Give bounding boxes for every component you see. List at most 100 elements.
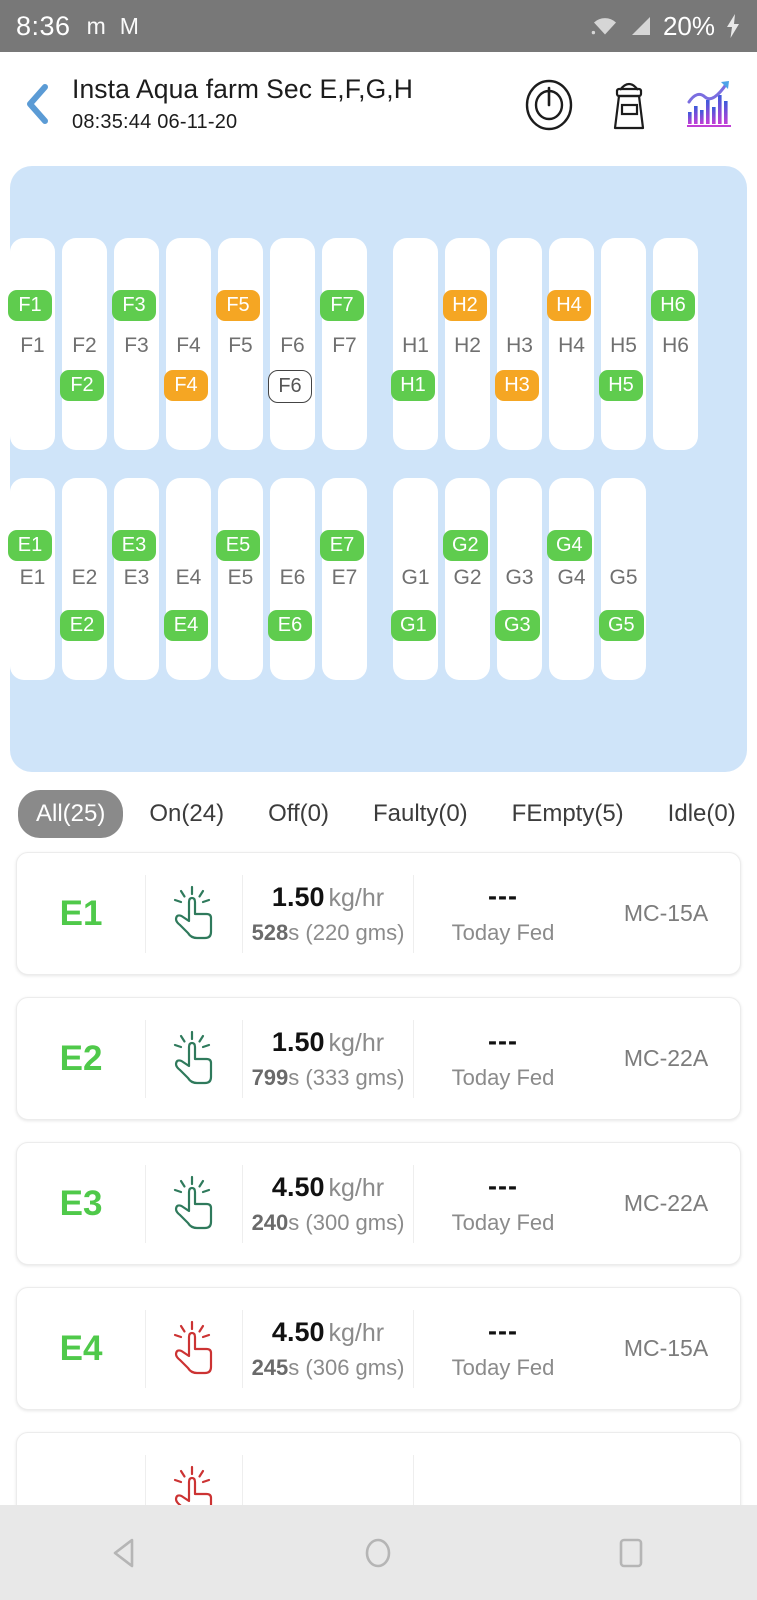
tank-status-badge-f5[interactable]: F5	[216, 290, 260, 321]
tank-status-badge-e4[interactable]: E4	[164, 610, 208, 641]
tank-label: H2	[454, 334, 481, 357]
tank-e1[interactable]: E1 E1	[8, 478, 55, 680]
feeder-duration-suffix: s (220 gms)	[288, 919, 405, 945]
filter-tab-fempty[interactable]: FEmpty(5)	[494, 790, 642, 838]
filter-tab-idle[interactable]: Idle(0)	[650, 790, 754, 838]
tank-status-badge-f4[interactable]: F4	[164, 370, 208, 401]
tank-g4[interactable]: G4 G4	[547, 478, 594, 680]
tank-e7[interactable]: E7 E7	[320, 478, 367, 680]
signal-icon	[631, 17, 650, 35]
status-bar-clock: 8:36	[16, 10, 71, 41]
tank-group-F: F1 F1 F2 F2 F3 F3 F4 F4 F5 F5 F6 F6 F7 F7	[8, 238, 367, 450]
filter-tab-bar: All(25) On(24) Off(0) Faulty(0) FEmpty(5) Idl…	[0, 772, 757, 852]
filter-tab-all[interactable]: All(25)	[18, 790, 124, 838]
tank-e5[interactable]: E5 E5	[216, 478, 263, 680]
filter-tab-off[interactable]: Off(0)	[250, 790, 347, 838]
tank-status-badge-f3[interactable]: F3	[112, 290, 156, 321]
tank-f3[interactable]: F3 F3	[112, 238, 159, 450]
tank-h2[interactable]: H2 H2	[443, 238, 490, 450]
tank-status-badge-g5[interactable]: G5	[599, 610, 644, 641]
tank-g2[interactable]: G2 G2	[443, 478, 490, 680]
tank-f4[interactable]: F4 F4	[164, 238, 211, 450]
tank-label: E1	[19, 566, 46, 589]
tank-status-badge-g2[interactable]: G2	[443, 530, 488, 561]
table-row[interactable]: E2 1.50 kg/hr 799s (333 gms) --- Today Fe…	[16, 997, 741, 1120]
tap-hand-icon	[173, 1175, 213, 1229]
tank-status-badge-e3[interactable]: E3	[112, 530, 156, 561]
tank-status-badge-e5[interactable]: E5	[216, 530, 260, 561]
tank-g3[interactable]: G3 G3	[495, 478, 542, 680]
filter-tab-on[interactable]: On(24)	[131, 790, 242, 838]
feeder-duration-seconds: 245	[251, 1354, 289, 1380]
wifi-icon	[591, 18, 616, 35]
filter-tab-faulty[interactable]: Faulty(0)	[355, 790, 486, 838]
tank-status-badge-h3[interactable]: H3	[495, 370, 539, 401]
back-button[interactable]	[14, 74, 60, 134]
tank-g1[interactable]: G1 G1	[391, 478, 438, 680]
feeder-today-fed-value: ---	[488, 1171, 518, 1201]
tank-status-badge-f6[interactable]: F6	[268, 370, 312, 403]
tank-label: E3	[123, 566, 150, 589]
feeder-controller-id: MC-15A	[623, 900, 709, 926]
feeder-rate-value: 1.50	[271, 881, 325, 912]
tank-status-badge-g4[interactable]: G4	[547, 530, 592, 561]
tank-status-badge-h1[interactable]: H1	[391, 370, 435, 401]
feeder-rate-unit: kg/hr	[328, 1318, 385, 1347]
home-circle-icon[interactable]	[358, 1533, 398, 1573]
table-row[interactable]: E4 4.50 kg/hr 245s (306 gms) --- Today Fe…	[16, 1287, 741, 1410]
tank-e6[interactable]: E6 E6	[268, 478, 315, 680]
feeder-rate-value: 4.50	[271, 1316, 325, 1347]
table-row[interactable]: E1 1.50 kg/hr 528s (220 gms) --- Today Fe…	[16, 852, 741, 975]
tank-h3[interactable]: H3 H3	[495, 238, 542, 450]
feeder-status-cell[interactable]	[145, 874, 243, 953]
android-navigation-bar	[0, 1505, 757, 1600]
tank-h4[interactable]: H4 H4	[547, 238, 594, 450]
back-triangle-icon[interactable]	[106, 1533, 146, 1573]
tank-f2[interactable]: F2 F2	[60, 238, 107, 450]
table-row[interactable]: E3 4.50 kg/hr 240s (300 gms) --- Today Fe…	[16, 1142, 741, 1265]
feeder-today-fed-label: Today Fed	[451, 1210, 555, 1235]
tap-hand-icon	[173, 1030, 213, 1084]
tank-status-badge-h6[interactable]: H6	[651, 290, 695, 321]
tank-f1[interactable]: F1 F1	[8, 238, 55, 450]
tank-status-badge-e2[interactable]: E2	[60, 610, 104, 641]
tank-h6[interactable]: H6 H6	[651, 238, 698, 450]
status-bar-notification-icons: m M	[87, 14, 139, 38]
tank-status-badge-e6[interactable]: E6	[268, 610, 312, 641]
tank-e3[interactable]: E3 E3	[112, 478, 159, 680]
feed-bag-icon[interactable]	[603, 76, 655, 132]
feeder-duration-line: 799s (333 gms)	[247, 1065, 409, 1091]
tank-status-badge-h2[interactable]: H2	[443, 290, 487, 321]
tank-status-badge-h4[interactable]: H4	[547, 290, 591, 321]
tank-status-badge-f2[interactable]: F2	[60, 370, 104, 401]
power-icon[interactable]	[523, 76, 575, 132]
feeder-duration-seconds: 799	[251, 1064, 289, 1090]
tank-status-badge-g1[interactable]: G1	[391, 610, 436, 641]
feeder-status-cell[interactable]	[145, 1309, 243, 1388]
tank-label: H1	[402, 334, 429, 357]
feeder-controller-id: MC-22A	[623, 1190, 709, 1216]
tank-f7[interactable]: F7 F7	[320, 238, 367, 450]
feeder-status-cell[interactable]	[145, 1019, 243, 1098]
feeder-controller-id: MC-22A	[623, 1045, 709, 1071]
recents-square-icon[interactable]	[611, 1533, 651, 1573]
feeder-id: E4	[59, 1328, 103, 1368]
tank-f6[interactable]: F6 F6	[268, 238, 315, 450]
tank-status-badge-f1[interactable]: F1	[8, 290, 52, 321]
analytics-chart-icon[interactable]	[683, 76, 735, 132]
page-title: Insta Aqua farm Sec E,F,G,H	[72, 74, 523, 105]
tank-e2[interactable]: E2 E2	[60, 478, 107, 680]
tank-f5[interactable]: F5 F5	[216, 238, 263, 450]
tank-h5[interactable]: H5 H5	[599, 238, 646, 450]
tank-status-badge-g3[interactable]: G3	[495, 610, 540, 641]
tank-g5[interactable]: G5 G5	[599, 478, 646, 680]
tank-status-badge-e7[interactable]: E7	[320, 530, 364, 561]
tank-label: F2	[72, 334, 97, 357]
tank-e4[interactable]: E4 E4	[164, 478, 211, 680]
tank-status-badge-f7[interactable]: F7	[320, 290, 364, 321]
tank-status-badge-h5[interactable]: H5	[599, 370, 643, 401]
app-header: Insta Aqua farm Sec E,F,G,H 08:35:44 06-1…	[0, 52, 757, 156]
tank-h1[interactable]: H1 H1	[391, 238, 438, 450]
tank-status-badge-e1[interactable]: E1	[8, 530, 52, 561]
feeder-status-cell[interactable]	[145, 1164, 243, 1243]
